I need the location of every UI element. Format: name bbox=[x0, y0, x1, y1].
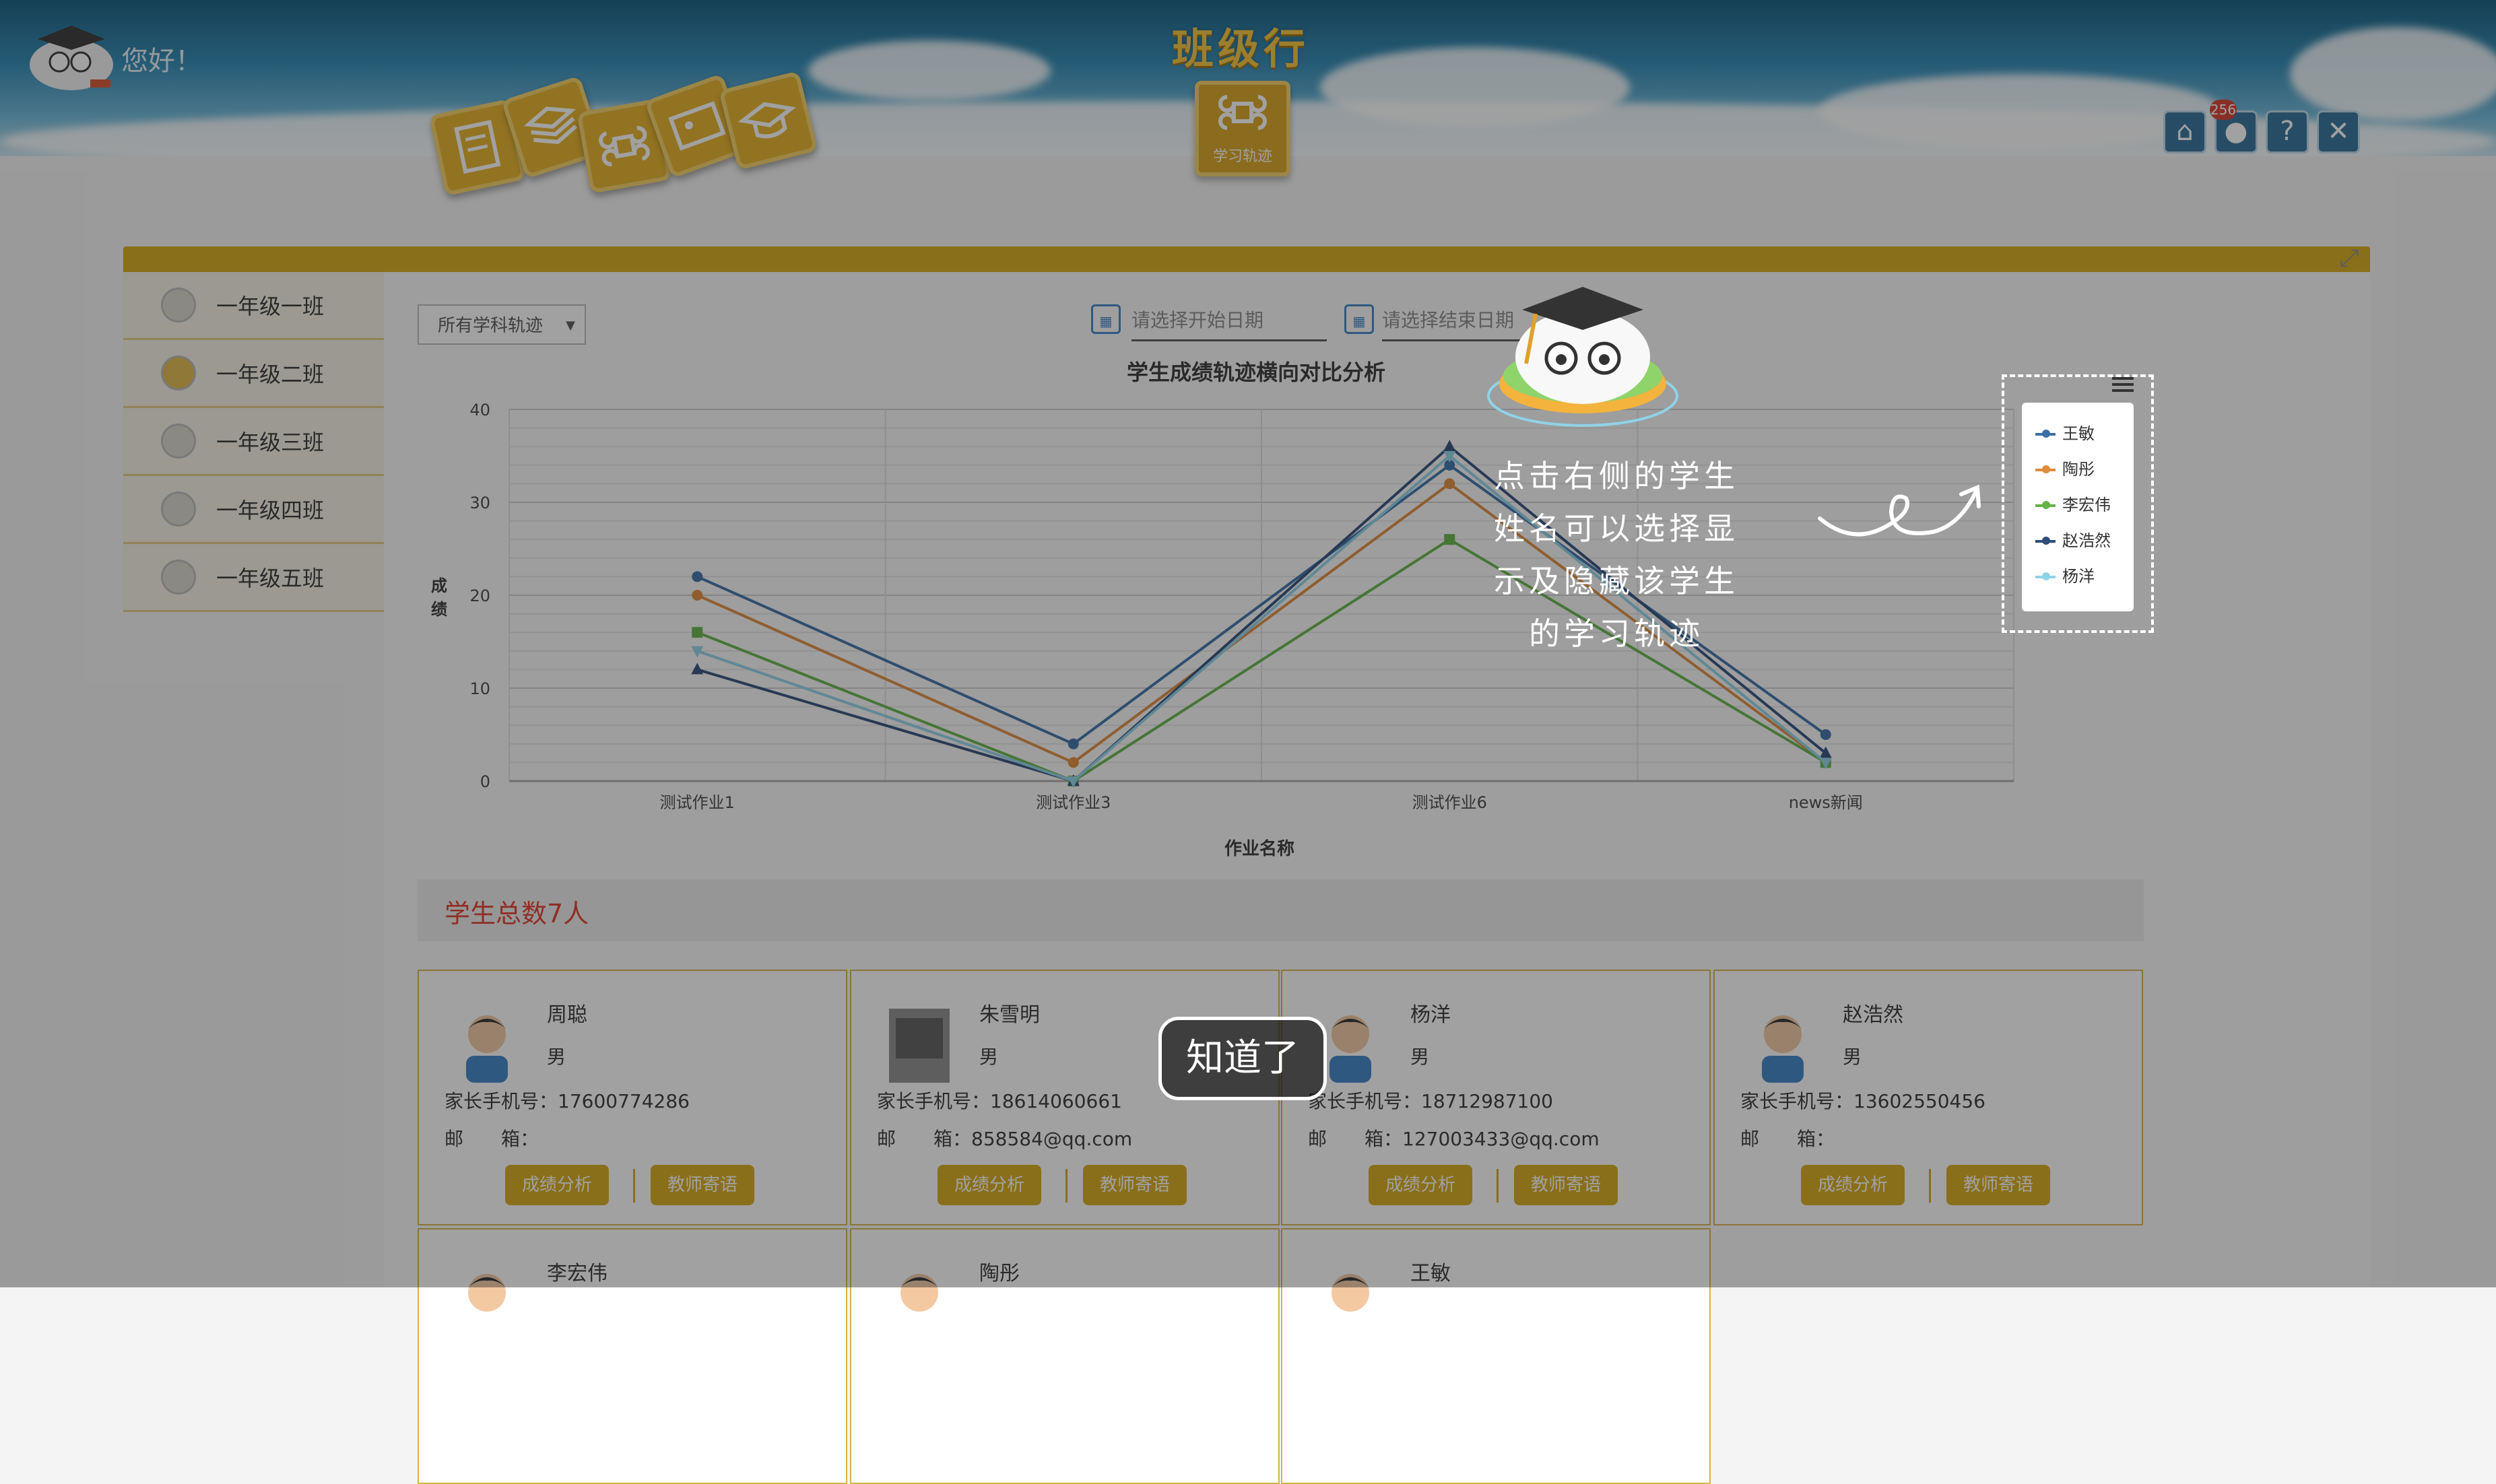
legend-marker bbox=[2035, 537, 2056, 545]
guide-line: 姓名可以选择显 bbox=[1494, 510, 1739, 547]
guide-tooltip-text: 点击右侧的学生 姓名可以选择显 示及隐藏该学生 的学习轨迹 bbox=[1455, 450, 1778, 660]
legend-item[interactable]: 杨洋 bbox=[2035, 563, 2095, 586]
guide-line: 的学习轨迹 bbox=[1529, 615, 1704, 652]
legend-label: 李宏伟 bbox=[2062, 496, 2111, 514]
chart-legend: 王敏陶彤李宏伟赵浩然杨洋 bbox=[2022, 403, 2134, 611]
guide-arrow-icon bbox=[1818, 484, 1981, 537]
legend-marker bbox=[2035, 465, 2056, 473]
menu-icon[interactable] bbox=[2112, 377, 2134, 395]
legend-item[interactable]: 李宏伟 bbox=[2035, 492, 2111, 515]
legend-label: 王敏 bbox=[2062, 424, 2095, 443]
got-it-button[interactable]: 知道了 bbox=[1158, 1017, 1327, 1100]
legend-item[interactable]: 陶彤 bbox=[2035, 456, 2095, 479]
legend-marker bbox=[2035, 501, 2056, 509]
legend-label: 杨洋 bbox=[2062, 567, 2095, 586]
guide-line: 示及隐藏该学生 bbox=[1494, 563, 1739, 599]
mascot-graduate-icon bbox=[1487, 287, 1678, 427]
guide-line: 点击右侧的学生 bbox=[1494, 458, 1739, 494]
legend-item[interactable]: 王敏 bbox=[2035, 420, 2095, 444]
legend-item[interactable]: 赵浩然 bbox=[2035, 527, 2111, 551]
legend-label: 赵浩然 bbox=[2062, 531, 2111, 550]
legend-label: 陶彤 bbox=[2062, 460, 2095, 479]
legend-highlight: 王敏陶彤李宏伟赵浩然杨洋 bbox=[2002, 374, 2154, 633]
legend-marker bbox=[2035, 572, 2056, 580]
legend-marker bbox=[2035, 430, 2056, 438]
